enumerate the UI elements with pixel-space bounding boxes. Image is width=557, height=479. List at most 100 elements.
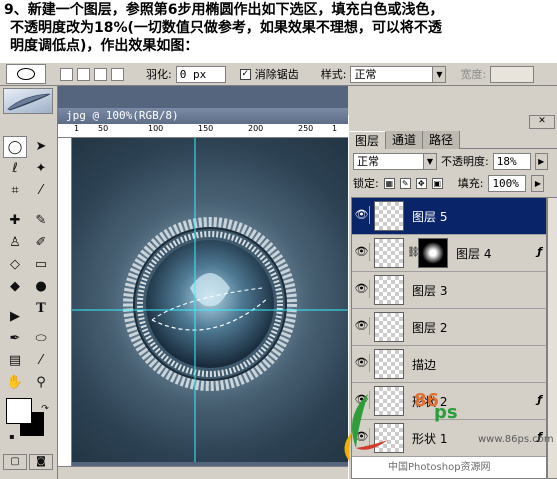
history-brush-tool-icon[interactable]: ✐ [29, 232, 53, 254]
fill-slider-arrow-icon[interactable]: ▶ [531, 174, 545, 192]
hand-tool-icon[interactable]: ✋ [3, 372, 27, 394]
eye-icon[interactable]: 👁 [354, 317, 370, 335]
layer-row[interactable]: 👁 ⛓ 图层 4 ƒ [352, 235, 546, 272]
lock-transparency-icon[interactable]: ▦ [383, 177, 395, 189]
layer-effects-icon[interactable]: ƒ [537, 430, 542, 443]
move-tool-icon[interactable]: ➤ [29, 136, 53, 158]
blend-opacity-row: 正常 ▼ 不透明度: 18% ▶ [353, 151, 556, 171]
eye-icon[interactable]: 👁 [354, 243, 370, 261]
elliptical-marquee-preset-icon[interactable] [6, 64, 46, 84]
ruler-mark: 150 [198, 124, 214, 133]
path-selection-tool-icon[interactable]: ▶ [3, 306, 27, 328]
instruction-text: 9、新建一个图层，参照第6步用椭圆作出如下选区，填充白色或浅色， 不透明度改为1… [0, 0, 557, 62]
layer-row[interactable]: 👁 形状 1 ƒ [352, 420, 546, 457]
pen-tool-icon[interactable]: ✒ [3, 328, 27, 350]
ruler-mark: 50 [98, 124, 109, 133]
instruction-line-3: 明度调低点)，作出效果如图： [10, 38, 199, 54]
eye-icon[interactable]: 👁 [354, 206, 370, 224]
instruction-line-1: 9、新建一个图层，参照第6步用椭圆作出如下选区，填充白色或浅色， [4, 2, 444, 18]
lock-all-icon[interactable]: ▣ [431, 177, 443, 189]
width-label: 宽度: [460, 68, 487, 81]
layer-row[interactable]: 👁 形状 2 ƒ [352, 383, 546, 420]
style-select-value: 正常 [354, 68, 377, 81]
magic-wand-tool-icon[interactable]: ✦ [29, 158, 53, 180]
feather-input[interactable]: 0 px [175, 65, 226, 83]
layer-list-scrollbar[interactable] [547, 197, 557, 479]
blend-mode-value: 正常 [357, 155, 379, 168]
clone-stamp-tool-icon[interactable]: ♙ [3, 232, 27, 254]
tab-channels[interactable]: 通道 [386, 131, 424, 149]
instruction-line-2: 不透明度改为18%(一切数值只做参考，如果效果不理想，可以将不透 [10, 20, 442, 36]
close-icon[interactable]: ✕ [529, 115, 555, 129]
ellipse-shape-tool-icon[interactable]: ⬭ [29, 328, 53, 350]
canvas-artwork[interactable] [72, 138, 348, 462]
layer-effects-icon[interactable]: ƒ [537, 393, 542, 406]
blur-tool-icon[interactable]: ◆ [3, 276, 27, 298]
crop-tool-icon[interactable]: ⌗ [3, 180, 27, 202]
eyedropper-tool-icon[interactable]: ⁄ [29, 350, 53, 372]
notes-tool-icon[interactable]: ▤ [3, 350, 27, 372]
blend-mode-select[interactable]: 正常 ▼ [353, 152, 437, 170]
document-status-bar [58, 466, 348, 479]
fill-input[interactable]: 100% [488, 174, 527, 192]
tab-paths[interactable]: 路径 [423, 131, 461, 149]
lasso-tool-icon[interactable]: ℓ [3, 158, 27, 180]
dodge-tool-icon[interactable]: ● [29, 276, 53, 298]
tab-layers[interactable]: 图层 [349, 131, 387, 149]
layer-name: 图层 2 [412, 321, 448, 335]
vertical-ruler[interactable] [58, 138, 72, 468]
layer-thumbnail [374, 386, 404, 416]
layer-thumbnail [374, 275, 404, 305]
new-selection-icon[interactable] [60, 67, 73, 81]
elliptical-marquee-tool-icon[interactable]: ◯ [3, 136, 27, 158]
layer-name: 图层 5 [412, 210, 448, 224]
layer-row[interactable]: 👁 图层 5 [352, 198, 546, 235]
subtract-from-selection-icon[interactable] [94, 67, 107, 81]
lock-position-icon[interactable]: ✥ [415, 177, 427, 189]
layer-name: 形状 1 [412, 432, 448, 446]
lock-image-icon[interactable]: ✎ [399, 177, 411, 189]
layer-row[interactable]: 👁 图层 2 [352, 309, 546, 346]
zoom-tool-icon[interactable]: ⚲ [29, 372, 53, 394]
width-input [490, 65, 535, 83]
gradient-tool-icon[interactable]: ▭ [29, 254, 53, 276]
style-label: 样式: [320, 68, 347, 81]
layer-thumbnail [374, 423, 404, 453]
document-window: jpg @ 100%(RGB/8) 1 50 100 150 200 250 1 [58, 86, 348, 479]
eye-icon[interactable]: 👁 [354, 354, 370, 372]
ruler-mark: 250 [298, 124, 314, 133]
intersect-selection-icon[interactable] [111, 67, 124, 81]
opacity-slider-arrow-icon[interactable]: ▶ [534, 152, 548, 170]
ruler-mark: 200 [248, 124, 264, 133]
brush-tool-icon[interactable]: ✎ [29, 210, 53, 232]
type-tool-icon[interactable]: T [29, 298, 53, 320]
chevron-down-icon: ▼ [432, 66, 446, 82]
lock-label: 锁定: [353, 177, 379, 190]
ruler-mark: 100 [148, 124, 164, 133]
layer-thumbnail [374, 312, 404, 342]
eye-icon[interactable]: 👁 [354, 280, 370, 298]
horizontal-ruler[interactable]: 1 50 100 150 200 250 1 [58, 124, 348, 138]
layer-list: 👁 图层 5 👁 ⛓ 图层 4 ƒ 👁 图层 3 👁 图层 2 👁 描边 👁 形… [351, 197, 547, 479]
layer-effects-icon[interactable]: ƒ [537, 245, 542, 258]
eye-icon[interactable]: 👁 [354, 428, 370, 446]
layer-mask-thumbnail[interactable] [418, 238, 448, 268]
healing-brush-tool-icon[interactable]: ✚ [3, 210, 27, 232]
document-title[interactable]: jpg @ 100%(RGB/8) [58, 108, 348, 124]
standard-mode-icon[interactable]: ▢ [3, 454, 27, 470]
layer-row[interactable]: 👁 图层 3 [352, 272, 546, 309]
eraser-tool-icon[interactable]: ◇ [3, 254, 27, 276]
slice-tool-icon[interactable]: ⁄ [29, 180, 53, 202]
layer-row[interactable]: 👁 描边 [352, 346, 546, 383]
foreground-color-swatch[interactable] [6, 398, 32, 424]
antialias-checkbox[interactable]: ✓ [239, 68, 251, 80]
style-select[interactable]: 正常 ▼ [350, 65, 447, 83]
add-to-selection-icon[interactable] [77, 67, 90, 81]
layer-name: 图层 4 [456, 247, 492, 261]
eye-icon[interactable]: 👁 [354, 391, 370, 409]
opacity-input[interactable]: 18% [492, 152, 531, 170]
quick-mask-mode-icon[interactable]: ◙ [29, 454, 53, 470]
feather-label: 羽化: [146, 68, 172, 81]
layer-thumbnail [374, 349, 404, 379]
layer-name: 描边 [412, 358, 437, 372]
